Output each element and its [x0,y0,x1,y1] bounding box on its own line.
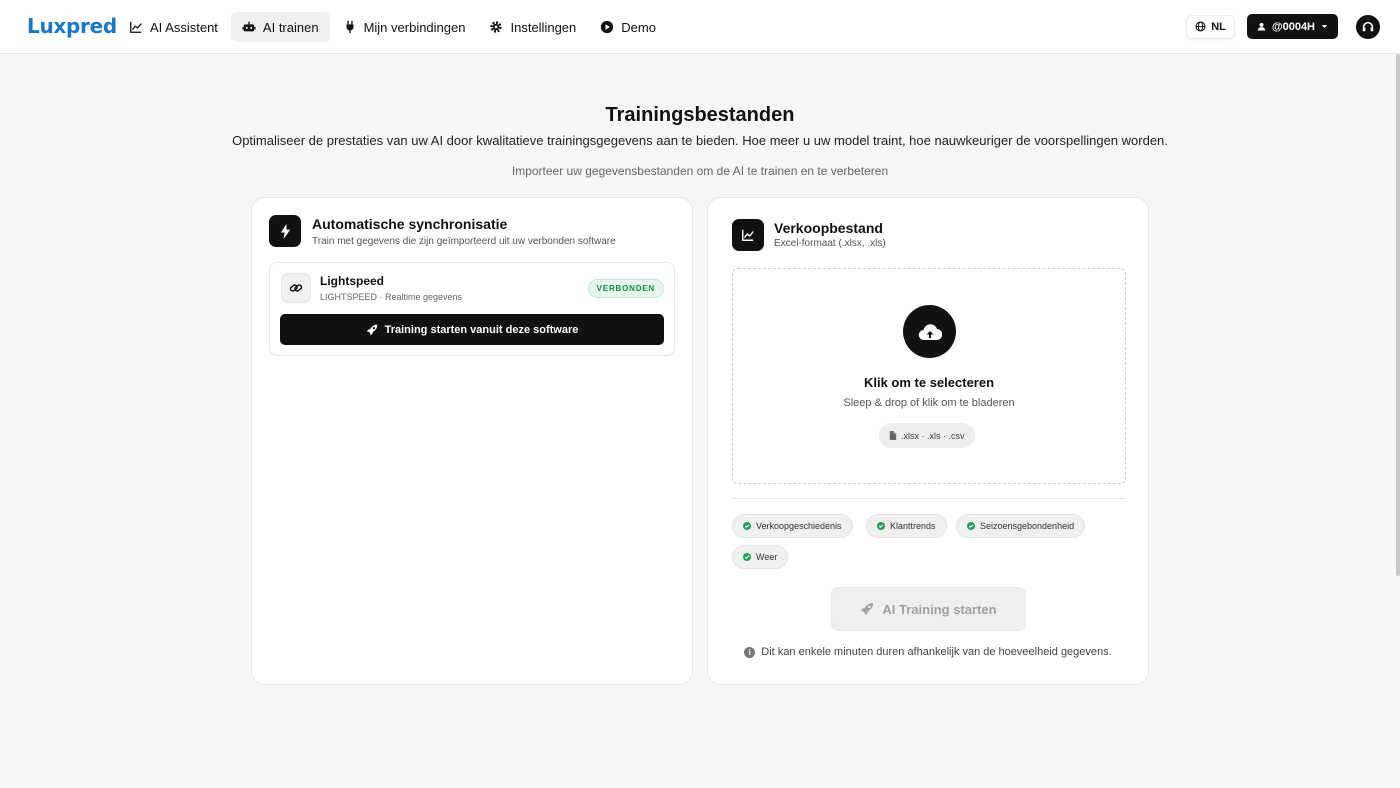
chip-label: Klanttrends [890,521,936,531]
user-label: @0004H [1271,20,1315,33]
page-subtitle: Optimaliseer de prestaties van uw AI doo… [232,133,1168,148]
cloud-upload-icon [903,305,956,358]
sync-card: Automatische synchronisatie Train met ge… [251,197,693,685]
user-menu-button[interactable]: @0004H [1246,14,1338,39]
start-training-from-software-button[interactable]: Training starten vanuit deze software [280,314,664,345]
globe-icon [1195,21,1206,32]
lightning-icon [269,215,301,247]
dropzone-title: Klik om te selecteren [863,375,995,390]
integration-name: Lightspeed [320,274,385,288]
rocket-icon [366,324,377,335]
check-circle-icon [743,553,751,561]
divider [732,498,1126,499]
status-badge: VERBONDEN [587,279,664,298]
link-icon [281,273,311,303]
file-icon [889,431,897,440]
nav-ai-trainen-label: AI trainen [262,19,319,35]
chart-line-icon [732,219,764,251]
sales-file-card: Verkoopbestand Excel-formaat (.xlsx, .xl… [707,197,1149,685]
chart-line-icon [130,21,142,33]
dropzone-subtitle: Sleep & drop of klik om te bladeren [843,397,1015,409]
nav-instellingen-label: Instellingen [510,19,577,35]
file-dropzone[interactable]: Klik om te selecteren Sleep & drop of kl… [732,268,1126,484]
chip-label: Seizoensgebondenheid [980,521,1075,531]
chip-seizoensgebondenheid: Seizoensgebondenheid [956,514,1086,538]
info-icon: i [744,646,756,658]
integration-meta: LIGHTSPEED · Realtime gegevens [320,292,463,302]
check-circle-icon [743,522,751,530]
chip-weer: Weer [732,545,789,569]
start-ai-training-label: AI Training starten [882,601,997,617]
user-icon [1257,22,1266,31]
nav-ai-trainen[interactable]: AI trainen [230,12,330,42]
rocket-icon [861,602,874,616]
language-selector[interactable]: NL [1186,14,1235,39]
nav-ai-assistent-label: AI Assistent [150,19,218,35]
header-tools: NL @0004H [1186,14,1380,39]
top-navigation-bar: Luxpred AI Assistent AI trainen Mijn ver… [0,0,1400,54]
support-button[interactable] [1356,14,1380,39]
robot-icon [242,21,256,32]
play-circle-icon [601,20,614,34]
nav-demo[interactable]: Demo [589,12,667,42]
duration-note: i Dit kan enkele minuten duren afhankeli… [708,646,1148,658]
sync-card-title: Automatische synchronisatie [312,216,508,232]
nav-mijn-verbindingen-label: Mijn verbindingen [363,19,466,35]
chip-klanttrends: Klanttrends [866,514,947,538]
accepted-formats-label: .xlsx · .xls · .csv [901,430,965,441]
gear-icon [490,21,503,33]
sync-card-subtitle: Train met gegevens die zijn geïmporteerd… [312,236,616,247]
sales-file-subtitle: Excel-formaat (.xlsx, .xls) [774,238,886,249]
main-nav: AI Assistent AI trainen Mijn verbindinge… [118,12,667,42]
chip-label: Verkoopgeschiedenis [756,521,842,531]
luxpred-logo[interactable]: Luxpred [27,14,117,38]
sales-file-title: Verkoopbestand [774,220,883,236]
duration-note-text: Dit kan enkele minuten duren afhankelijk… [761,646,1112,658]
headset-icon [1362,21,1374,31]
nav-ai-assistent[interactable]: AI Assistent [118,12,229,42]
start-ai-training-button[interactable]: AI Training starten [831,587,1026,631]
check-circle-icon [877,522,885,530]
integration-lightspeed: Lightspeed LIGHTSPEED · Realtime gegeven… [269,262,675,356]
page-hint: Importeer uw gegevensbestanden om de AI … [511,164,889,178]
language-label: NL [1211,20,1226,33]
nav-demo-label: Demo [621,19,656,35]
check-circle-icon [967,522,975,530]
page-title: Trainingsbestanden [605,104,795,126]
plug-icon [346,20,354,34]
nav-instellingen[interactable]: Instellingen [478,12,587,42]
nav-mijn-verbindingen[interactable]: Mijn verbindingen [332,12,477,42]
start-training-from-software-label: Training starten vanuit deze software [384,323,579,336]
chip-label: Weer [756,552,778,562]
accepted-formats: .xlsx · .xls · .csv [879,423,975,448]
chip-verkoopgeschiedenis: Verkoopgeschiedenis [732,514,853,538]
caret-down-icon [1321,25,1328,28]
